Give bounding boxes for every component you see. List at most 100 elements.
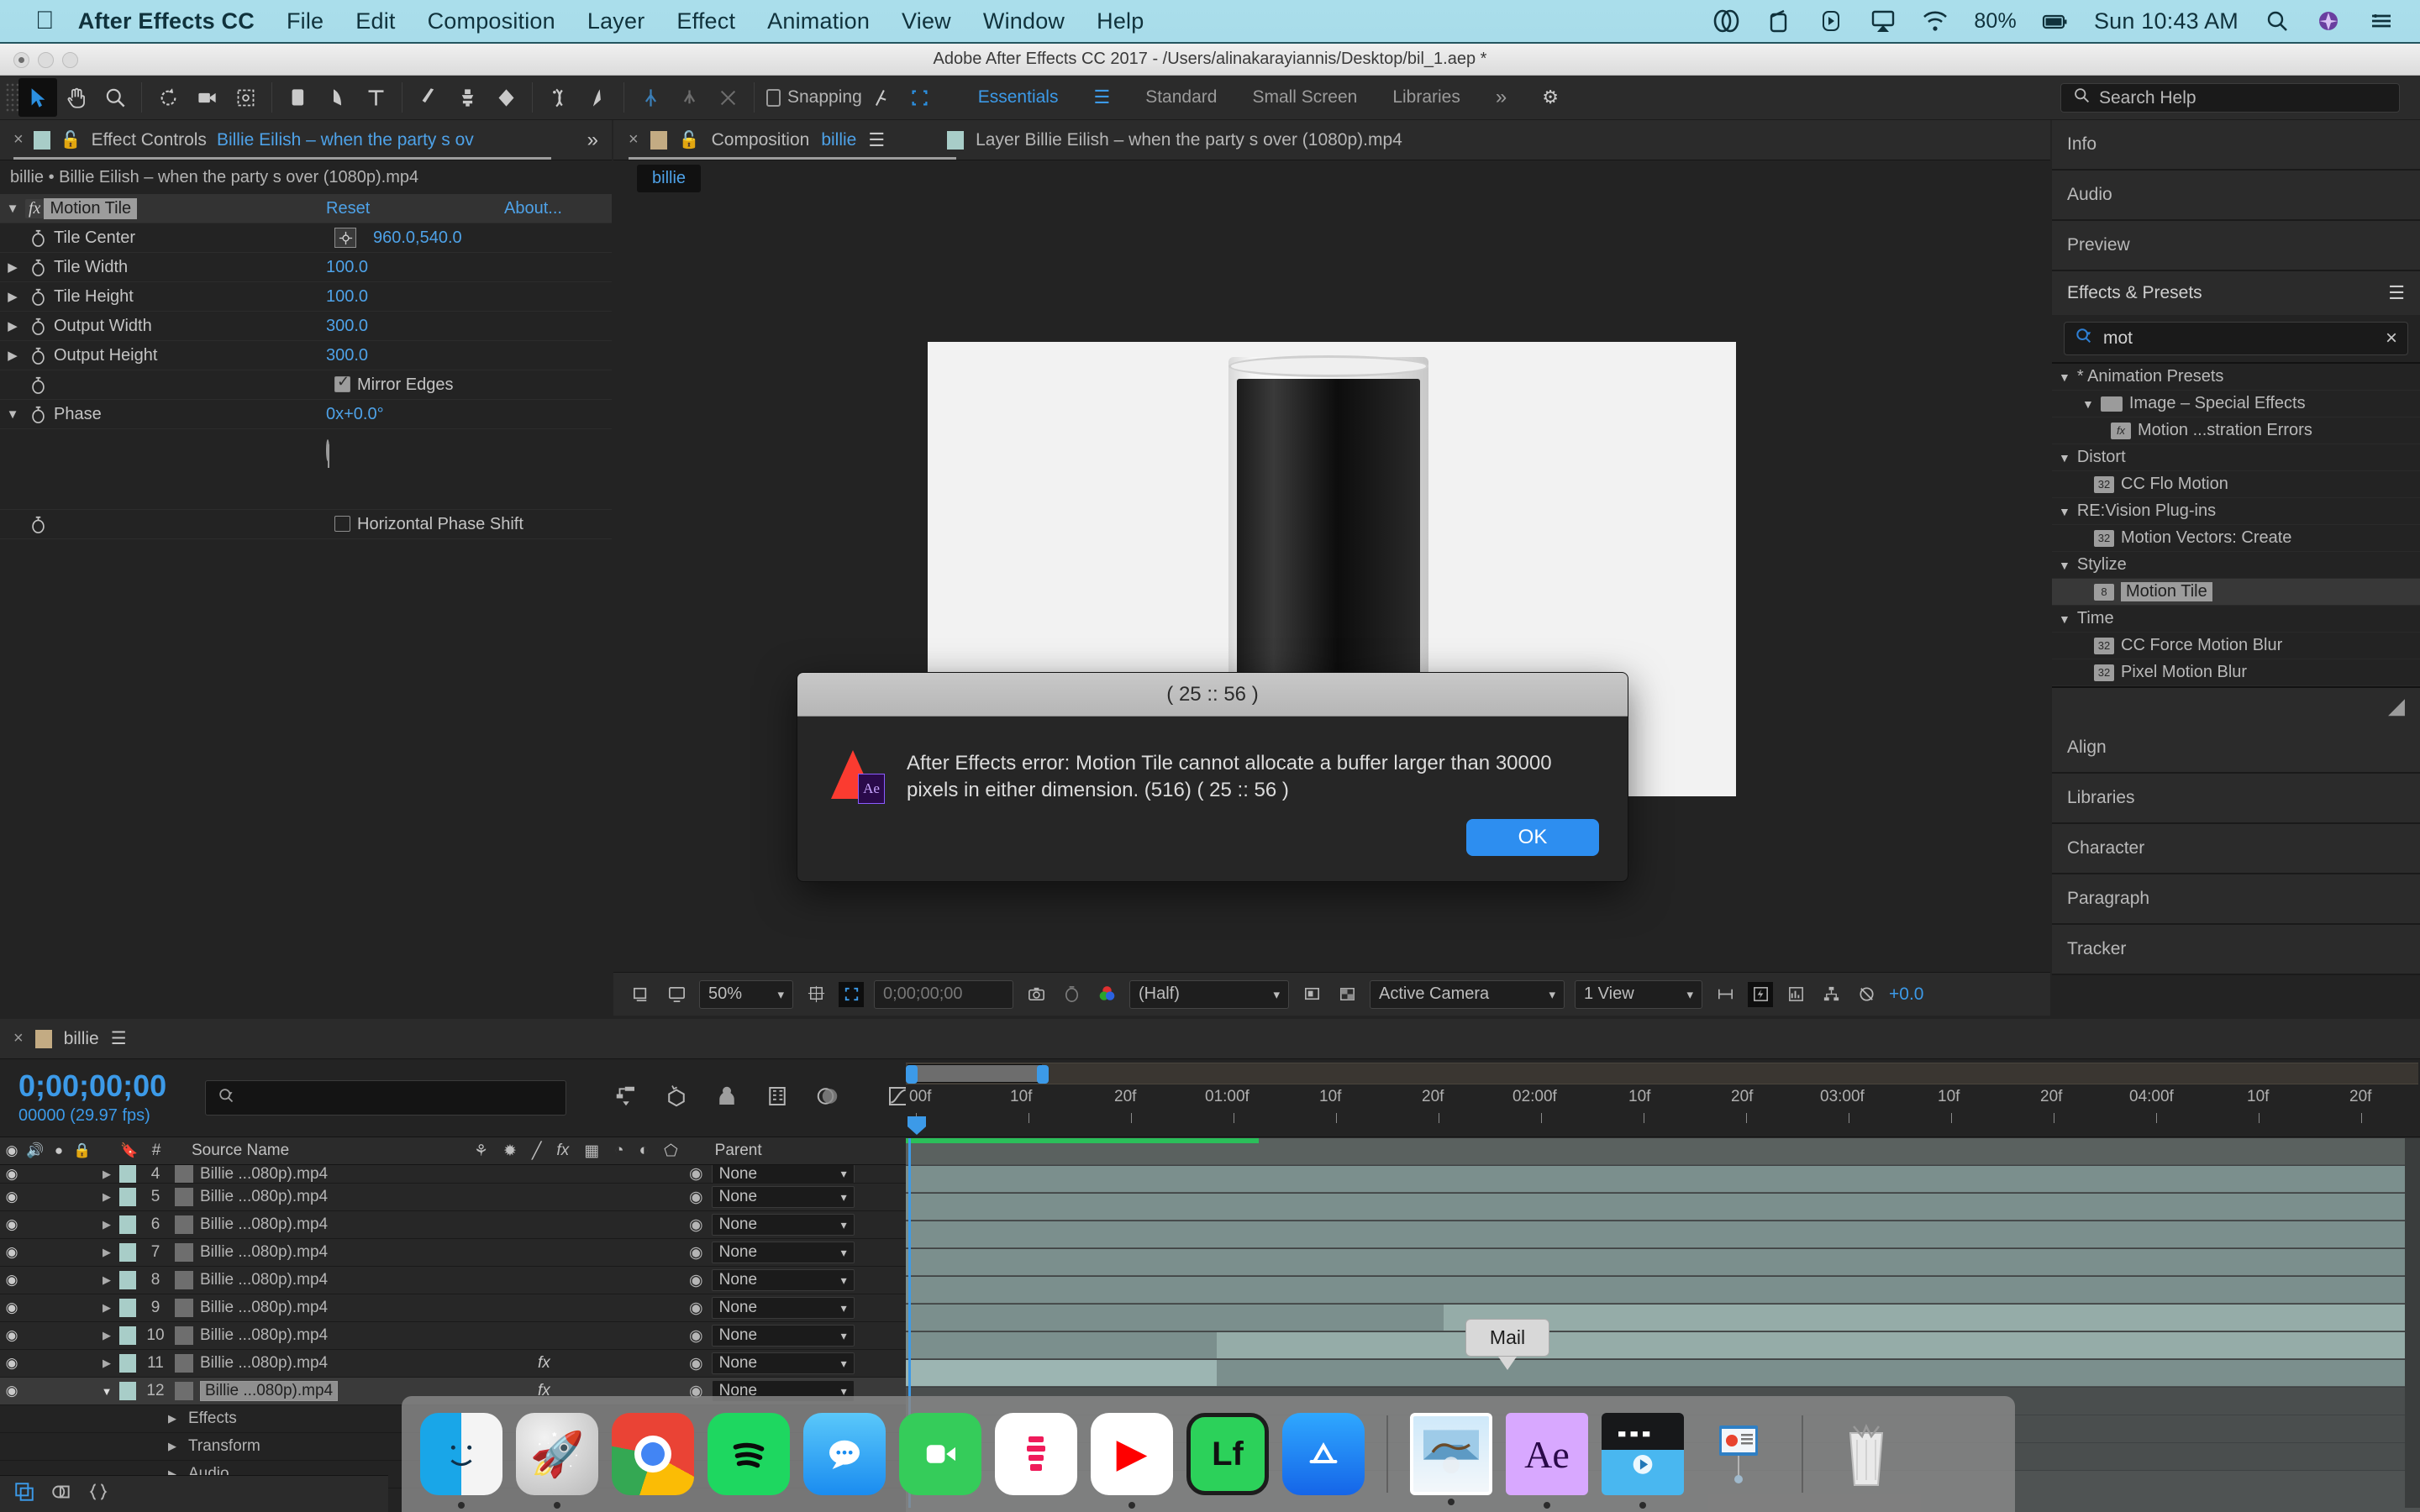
twirl-down-icon[interactable]: ▼ xyxy=(2059,370,2070,384)
twirl-icon[interactable]: ▶ xyxy=(168,1440,176,1453)
dock-item-finder[interactable] xyxy=(420,1413,502,1509)
eye-icon[interactable]: ◉ xyxy=(0,1299,24,1316)
track-row[interactable] xyxy=(906,1249,2420,1277)
panel-tracker[interactable]: Tracker xyxy=(2052,925,2420,975)
stopwatch-icon[interactable] xyxy=(25,375,50,394)
dock-item-mail[interactable] xyxy=(1410,1413,1492,1505)
tree-effect-motion-tile[interactable]: 8 Motion Tile xyxy=(2052,579,2420,606)
twirl-icon[interactable]: ▶ xyxy=(94,1168,119,1181)
panel-preview[interactable]: Preview xyxy=(2052,221,2420,271)
effects-search-value[interactable]: mot xyxy=(2103,328,2375,349)
twirl-icon[interactable]: ▶ xyxy=(94,1329,119,1342)
property-row-horizontal-phase-shift[interactable]: Horizontal Phase Shift xyxy=(0,510,612,539)
hide-shy-layers-icon[interactable] xyxy=(714,1084,739,1113)
mirror-edges-checkbox[interactable] xyxy=(334,373,350,392)
composition-tab-name[interactable]: billie xyxy=(821,130,856,150)
track-row[interactable] xyxy=(906,1360,2420,1388)
spotlight-search-icon[interactable] xyxy=(2264,8,2291,34)
stopwatch-icon[interactable] xyxy=(25,515,50,533)
timeline-comp-tab[interactable]: billie xyxy=(64,1029,99,1049)
effect-reset-button[interactable]: Reset xyxy=(326,199,370,218)
panel-info[interactable]: Info xyxy=(2052,120,2420,171)
pixel-aspect-correction-icon[interactable] xyxy=(1712,982,1738,1007)
layer-source-name[interactable]: Billie ...080p).mp4 xyxy=(200,1326,328,1345)
apple-logo-icon[interactable]:  xyxy=(35,8,55,34)
new-folder-icon[interactable]: ◢ xyxy=(2388,693,2405,719)
dock-item-launchpad[interactable]: 🚀 xyxy=(516,1413,598,1509)
tile-center-picker-icon[interactable] xyxy=(334,228,356,248)
work-area-end-handle[interactable] xyxy=(1037,1065,1049,1084)
resolution-grid-icon[interactable] xyxy=(803,982,829,1007)
parent-pickwhip-icon[interactable]: ◉ xyxy=(689,1354,703,1373)
layer-label-color[interactable] xyxy=(119,1165,136,1183)
property-value[interactable]: 300.0 xyxy=(326,346,368,365)
panel-audio[interactable]: Audio xyxy=(2052,171,2420,221)
property-twirl-icon[interactable]: ▶ xyxy=(0,260,25,275)
twirl-down-icon[interactable]: ▼ xyxy=(2059,505,2070,518)
property-row-tile-width[interactable]: ▶ Tile Width 100.0 xyxy=(0,253,612,282)
phase-angle-dial[interactable] xyxy=(326,439,329,461)
puppet-starch-tool[interactable] xyxy=(631,78,670,117)
menu-item-help[interactable]: Help xyxy=(1097,8,1144,34)
effects-search-field[interactable]: mot × xyxy=(2064,322,2408,355)
effect-header-row[interactable]: ▼ fx Motion Tile Reset About... xyxy=(0,194,612,223)
panel-libraries[interactable]: Libraries xyxy=(2052,774,2420,824)
views-select[interactable]: 1 View ▾ xyxy=(1575,979,1702,1009)
rect-mask-tool[interactable] xyxy=(279,78,318,117)
work-area-bar[interactable] xyxy=(906,1063,2418,1084)
workspace-libraries[interactable]: Libraries xyxy=(1392,87,1460,108)
layer-label-color[interactable] xyxy=(119,1354,136,1373)
brush-tool[interactable] xyxy=(409,78,448,117)
twirl-icon[interactable]: ▶ xyxy=(94,1218,119,1231)
composition-tab-label[interactable]: Composition xyxy=(712,130,810,150)
stopwatch-icon[interactable] xyxy=(25,405,50,423)
close-icon[interactable]: × xyxy=(13,1029,24,1048)
panel-character[interactable]: Character xyxy=(2052,824,2420,874)
phase-dial-row[interactable] xyxy=(0,429,612,510)
mirror-edges-field[interactable]: Mirror Edges xyxy=(334,373,453,395)
twirl-icon[interactable]: ▶ xyxy=(168,1412,176,1425)
timeline-graph-icon[interactable] xyxy=(1783,982,1808,1007)
effect-twirl-icon[interactable]: ▼ xyxy=(0,202,25,216)
effect-about-button[interactable]: About... xyxy=(504,199,562,218)
clear-search-icon[interactable]: × xyxy=(2386,327,2397,350)
snap-align-icon[interactable] xyxy=(862,78,901,117)
parent-select[interactable]: None ▾ xyxy=(711,1325,855,1347)
property-value[interactable]: 960.0,540.0 xyxy=(373,228,462,248)
menu-item-after-effects[interactable]: After Effects CC xyxy=(78,8,255,34)
tree-folder-image-special-effects[interactable]: ▼ Image – Special Effects xyxy=(2052,391,2420,417)
parent-select[interactable]: None ▾ xyxy=(711,1242,855,1263)
track-row[interactable] xyxy=(906,1277,2420,1305)
twirl-icon[interactable]: ▼ xyxy=(94,1385,119,1398)
layer-source-name[interactable]: Billie ...080p).mp4 xyxy=(200,1271,328,1289)
stopwatch-icon[interactable] xyxy=(25,346,50,365)
effect-controls-tab-label[interactable]: Effect Controls xyxy=(92,130,207,150)
frame-blending-icon[interactable] xyxy=(765,1084,790,1113)
parent-select[interactable]: None ▾ xyxy=(711,1269,855,1291)
composition-mini-flowchart-icon[interactable] xyxy=(613,1084,639,1113)
timeline-search-input[interactable] xyxy=(205,1080,567,1116)
workspace-small-screen[interactable]: Small Screen xyxy=(1252,87,1357,108)
parent-pickwhip-icon[interactable]: ◉ xyxy=(689,1188,703,1207)
property-twirl-icon[interactable]: ▶ xyxy=(0,348,25,363)
parent-pickwhip-icon[interactable]: ◉ xyxy=(689,1165,703,1183)
timeline-vertical-scrollbar[interactable] xyxy=(2405,1138,2420,1508)
transparency-grid-icon[interactable] xyxy=(1334,982,1360,1007)
puppet-overlap-tool[interactable] xyxy=(670,78,708,117)
property-value[interactable]: 300.0 xyxy=(326,317,368,336)
layer-label-color[interactable] xyxy=(119,1188,136,1206)
dock-item-line[interactable]: Lf xyxy=(1186,1413,1269,1495)
menu-item-file[interactable]: File xyxy=(287,8,324,34)
dock-item-trash[interactable] xyxy=(1825,1413,1907,1495)
eye-icon[interactable]: ◉ xyxy=(0,1244,24,1261)
twirl-down-icon[interactable]: ▼ xyxy=(2059,451,2070,465)
horizontal-phase-shift-field[interactable]: Horizontal Phase Shift xyxy=(334,515,523,534)
layer-source-name[interactable]: Billie ...080p).mp4 xyxy=(200,1165,328,1183)
breadcrumb-comp-billie[interactable]: billie xyxy=(637,164,702,192)
layer-fx-badge[interactable]: fx xyxy=(538,1354,550,1373)
property-row-mirror-edges[interactable]: Mirror Edges xyxy=(0,370,612,400)
property-row-output-width[interactable]: ▶ Output Width 300.0 xyxy=(0,312,612,341)
stopwatch-icon[interactable] xyxy=(25,228,50,247)
property-row-tile-height[interactable]: ▶ Tile Height 100.0 xyxy=(0,282,612,312)
tree-group-revision-plugins[interactable]: ▼ RE:Vision Plug-ins xyxy=(2052,498,2420,525)
